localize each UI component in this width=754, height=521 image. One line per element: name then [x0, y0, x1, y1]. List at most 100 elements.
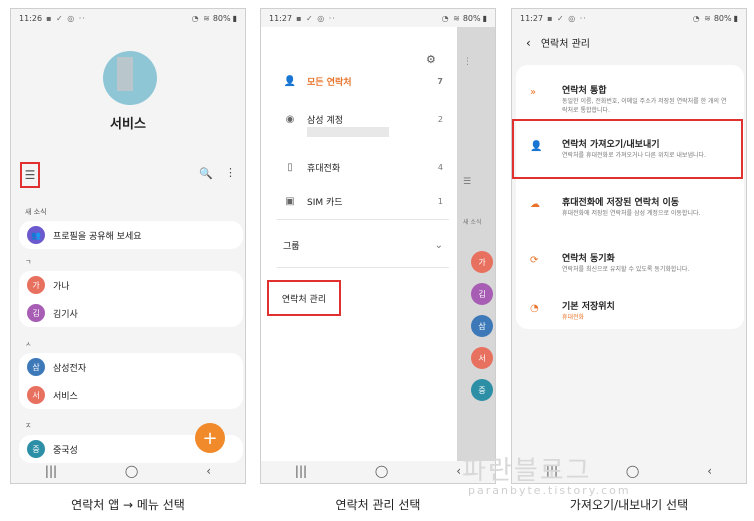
news-card[interactable]: 👥 프로필을 공유해 보세요: [19, 221, 243, 249]
background-content-peek[interactable]: ⋮ ☰ 새 소식 가김삼서중: [457, 27, 495, 461]
option-title: 휴대전화에 저장된 연락처 이동: [562, 198, 680, 208]
recent-apps-icon[interactable]: |||: [295, 464, 307, 478]
home-icon[interactable]: ◯: [626, 464, 639, 478]
table-row[interactable]: 김 김기사: [19, 299, 243, 327]
drawer-menu-screen: 11:27 ▪ ✓ ◎ ·· ◔ ≋ 80% ▮ ⋮ ☰ 새 소식 가김삼서중 ⚙ …: [260, 8, 496, 484]
contact-name: 삼성전자: [53, 363, 87, 374]
option-description: 동일한 이름, 전화번호, 이메일 주소가 저장된 연락처를 한 개의 연락처로…: [562, 98, 727, 114]
back-icon[interactable]: ‹: [456, 464, 461, 478]
signal-icon: ◔ ≋: [441, 13, 461, 23]
drawer-item-label: 모든 연락처: [307, 78, 352, 88]
status-bar: 11:27 ▪ ✓ ◎ ·· ◔ ≋ 80% ▮: [261, 9, 495, 27]
drawer-item-count: 1: [437, 197, 443, 206]
group-header: ㄱ: [25, 258, 32, 266]
search-icon[interactable]: 🔍: [199, 167, 213, 180]
profile-name: 서비스: [110, 117, 146, 132]
drawer-item-label: SIM 카드: [307, 198, 343, 208]
table-row[interactable]: 가 가나: [19, 271, 243, 299]
status-bar: 11:27 ▪ ✓ ◎ ·· ◔ ≋ 80% ▮: [512, 9, 746, 27]
battery-level: 80%: [212, 13, 231, 23]
merge-icon: »: [530, 87, 537, 98]
group-header: ㅈ: [25, 422, 32, 430]
option-title: 기본 저장위치: [562, 302, 615, 312]
contact-name: 가나: [53, 281, 70, 292]
share-profile-icon: 👥: [27, 226, 45, 244]
battery-level: 80%: [462, 13, 481, 23]
signal-icon: ◔ ≋: [692, 13, 712, 23]
status-time: 11:27: [269, 13, 293, 23]
nav-bar: ||| ◯ ‹: [11, 459, 245, 483]
chevron-down-icon: ⌄: [434, 240, 443, 251]
table-row[interactable]: 서 서비스: [19, 381, 243, 409]
contact-avatar: 김: [471, 283, 493, 305]
back-icon[interactable]: ‹: [206, 464, 211, 478]
group-header: ㅅ: [25, 340, 32, 348]
navigation-drawer: ⚙ 👤 모든 연락처 7 ◉ 삼성 계정 2 ▯ 휴대전화 4 ▣ SIM 카드…: [261, 27, 457, 461]
more-options-icon[interactable]: ⋮: [225, 166, 236, 179]
cloud-upload-icon: ☁: [530, 199, 540, 210]
section-news-label: 새 소식: [25, 208, 47, 216]
table-row[interactable]: 삼 삼성전자: [19, 353, 243, 381]
battery-icon: ▮: [482, 13, 487, 23]
divider: [277, 267, 449, 268]
add-contact-button[interactable]: +: [195, 423, 225, 453]
drawer-item-groups[interactable]: 그룹 ⌄: [283, 239, 443, 252]
drawer-item-phone[interactable]: ▯ 휴대전화 4: [283, 161, 443, 174]
drawer-item-count: 7: [437, 77, 443, 86]
notification-icons: ▪ ✓ ◎ ··: [547, 13, 587, 23]
option-sync-contacts[interactable]: ⟳ 연락처 동기화 연락처를 최신으로 유지할 수 있도록 동기화합니다.: [516, 251, 744, 287]
drawer-item-all-contacts[interactable]: 👤 모든 연락처 7: [283, 75, 443, 88]
page-header: ‹ 연락처 관리: [526, 35, 590, 51]
home-icon[interactable]: ◯: [125, 464, 138, 478]
contacts-group-card: 가 가나 김 김기사: [19, 271, 243, 327]
contact-avatar: 중: [471, 379, 493, 401]
person-icon: 👤: [283, 76, 297, 87]
contacts-group-card: 삼 삼성전자서 서비스: [19, 353, 243, 409]
contact-avatar: 서: [27, 386, 45, 404]
caption: 연락처 앱 → 메뉴 선택: [71, 498, 185, 512]
list-item[interactable]: 👥 프로필을 공유해 보세요: [19, 221, 243, 249]
home-icon[interactable]: ◯: [375, 464, 388, 478]
menu-icon: ☰: [463, 177, 472, 187]
status-time: 11:27: [520, 13, 544, 23]
option-default-storage[interactable]: ◔ 기본 저장위치 휴대전화: [516, 299, 744, 329]
highlight-box: [512, 119, 743, 179]
notification-icons: ▪ ✓ ◎ ··: [296, 13, 336, 23]
back-icon[interactable]: ‹: [707, 464, 712, 478]
peek-section-label: 새 소식: [463, 219, 482, 226]
page-title: 연락처 관리: [540, 39, 590, 50]
drawer-item-sim-card[interactable]: ▣ SIM 카드 1: [283, 195, 443, 208]
recent-apps-icon[interactable]: |||: [45, 464, 57, 478]
manage-contacts-label: 연락처 관리: [281, 294, 327, 305]
status-bar: 11:26 ▪ ✓ ◎ ·· ◔ ≋ 80% ▮: [11, 9, 245, 27]
option-description: 휴대전화에 저장된 연락처를 삼성 계정으로 이동합니다.: [562, 210, 701, 217]
caption: 가져오기/내보내기 선택: [569, 498, 689, 512]
drawer-item-count: 2: [437, 115, 443, 124]
back-arrow-icon[interactable]: ‹: [526, 36, 531, 50]
pie-chart-icon: ◔: [530, 303, 539, 314]
drawer-item-label: 그룹: [283, 242, 300, 252]
battery-icon: ▮: [232, 13, 237, 23]
nav-bar: ||| ◯ ‹: [261, 459, 495, 483]
drawer-item-label: 삼성 계정: [307, 116, 343, 126]
option-move-contacts[interactable]: ☁ 휴대전화에 저장된 연락처 이동 휴대전화에 저장된 연락처를 삼성 계정으…: [516, 195, 744, 235]
option-title: 연락처 통합: [562, 86, 607, 96]
contact-avatar: 삼: [27, 358, 45, 376]
option-value: 휴대전화: [562, 314, 585, 321]
contact-avatar: 김: [27, 304, 45, 322]
menu-icon[interactable]: ☰: [20, 162, 40, 188]
manage-contacts-button[interactable]: 연락처 관리: [267, 280, 341, 316]
profile-avatar[interactable]: [103, 51, 157, 105]
option-description: 연락처를 최신으로 유지할 수 있도록 동기화합니다.: [562, 266, 690, 273]
option-title: 연락처 동기화: [562, 254, 615, 264]
contact-name: 중국성: [53, 445, 78, 456]
drawer-item-samsung-account[interactable]: ◉ 삼성 계정 2: [283, 113, 443, 126]
contact-avatar: 서: [471, 347, 493, 369]
settings-gear-icon[interactable]: ⚙: [426, 53, 436, 66]
contact-avatar: 삼: [471, 315, 493, 337]
sim-card-icon: ▣: [285, 196, 295, 207]
battery-level: 80%: [713, 13, 732, 23]
news-item-label: 프로필을 공유해 보세요: [53, 231, 142, 242]
signal-icon: ◔ ≋: [191, 13, 211, 23]
account-email-redacted: [307, 127, 389, 137]
